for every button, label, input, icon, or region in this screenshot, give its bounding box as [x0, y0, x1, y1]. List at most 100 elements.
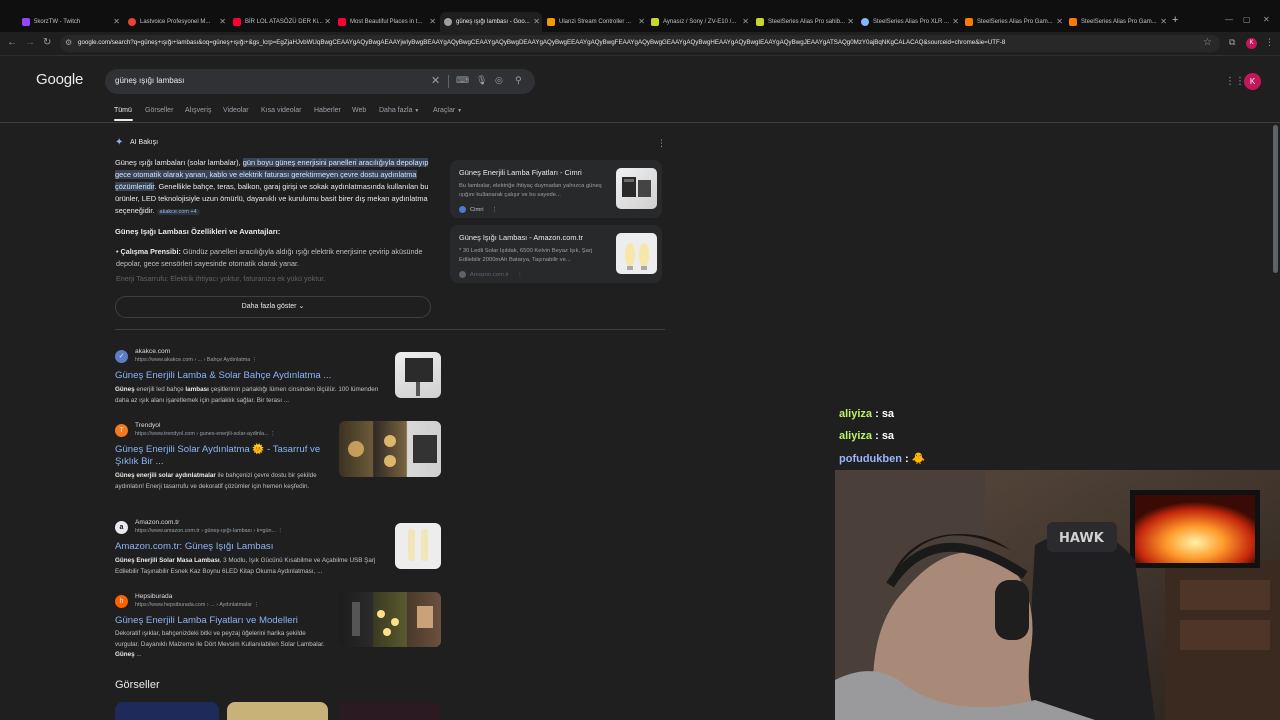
more-options-icon[interactable]: ⋮ [492, 207, 498, 213]
show-more-button[interactable]: Daha fazla göster ⌄ [115, 296, 431, 318]
tab-more[interactable]: Daha fazla ▼ [379, 107, 419, 114]
result-snippet: Güneş Enerjili Solar Masa Lambası, 3 Mod… [115, 557, 376, 575]
header-divider [0, 122, 1280, 123]
close-window-icon[interactable]: ✕ [1263, 15, 1270, 24]
close-tab-icon[interactable]: ✕ [429, 17, 436, 26]
ai-source-card[interactable]: Güneş Enerjili Lamba Fiyatları - Cimri B… [450, 160, 662, 218]
browser-tab[interactable]: SteelSeries Alias Pro Gam... ✕ [1069, 14, 1169, 30]
amazon-favicon-icon: a [115, 521, 128, 534]
search-icon[interactable]: ⚲ [515, 75, 522, 86]
result-title-link[interactable]: Güneş Enerjili Lamba & Solar Bahçe Aydın… [115, 370, 351, 382]
result-url[interactable]: https://www.amazon.com.tr › güneş-ışığı-… [135, 528, 283, 534]
more-options-icon[interactable]: ⋮ [517, 272, 523, 278]
ai-overview-title: AI Bakışı [130, 139, 159, 146]
close-tab-icon[interactable]: ✕ [533, 17, 540, 26]
result-thumbnail[interactable] [339, 592, 441, 647]
search-divider [448, 75, 449, 88]
reload-icon[interactable]: ↻ [43, 37, 51, 48]
result-site-name[interactable]: Trendyol [135, 422, 160, 429]
result-thumbnail[interactable] [395, 352, 441, 398]
browser-tab[interactable]: Lastvoice Profesyonel M... ✕ [128, 14, 228, 30]
search-box[interactable]: güneş ışığı lambası ✕ ⌨ 🎙 ◎ ⚲ [105, 69, 535, 94]
close-tab-icon[interactable]: ✕ [324, 17, 331, 26]
google-logo[interactable]: Google [36, 71, 83, 88]
tab-images[interactable]: Görseller [145, 107, 173, 114]
close-tab-icon[interactable]: ✕ [638, 17, 645, 26]
lens-camera-icon[interactable]: ◎ [495, 75, 503, 86]
tab-news[interactable]: Haberler [314, 107, 341, 114]
source-site: Cimri ⋮ [459, 206, 497, 213]
keyboard-icon[interactable]: ⌨ [456, 75, 469, 86]
browser-tab[interactable]: SteelSeries Alias Pro XLR ... ✕ [861, 14, 961, 30]
browser-tab[interactable]: SteelSeries Alias Pro Gam... ✕ [965, 14, 1065, 30]
url-text[interactable]: google.com/search?q=güneş+ışığı+lambası&… [78, 39, 1198, 46]
forward-icon[interactable]: → [25, 37, 35, 48]
result-url[interactable]: https://www.trendyol.com › gunes-enerjil… [135, 431, 276, 437]
address-bar[interactable]: ⚙ google.com/search?q=güneş+ışığı+lambas… [60, 35, 1220, 52]
browser-tab[interactable]: Most Beautiful Places in t... ✕ [338, 14, 438, 30]
browser-toolbar: ← → ↻ ⚙ google.com/search?q=güneş+ışığı+… [0, 32, 1280, 56]
more-options-icon[interactable]: ⋮ [657, 138, 666, 149]
account-avatar[interactable]: K [1244, 73, 1261, 90]
result-thumbnail[interactable] [339, 421, 441, 477]
page-scrollbar[interactable] [1273, 125, 1278, 273]
maximize-icon[interactable]: ▢ [1243, 15, 1251, 24]
browser-tab[interactable]: 5korzTW - Twitch ✕ [22, 14, 122, 30]
site-favicon-icon [861, 18, 869, 26]
bookmark-star-icon[interactable]: ☆ [1203, 37, 1212, 48]
close-tab-icon[interactable]: ✕ [847, 17, 854, 26]
image-result[interactable] [115, 702, 219, 720]
chat-text: sa [881, 430, 895, 442]
ai-source-card[interactable]: Güneş Işığı Lambası - Amazon.com.tr * 30… [450, 225, 662, 283]
features-heading: Güneş Işığı Lambası Özellikleri ve Avant… [115, 227, 281, 236]
image-result[interactable] [227, 702, 328, 720]
tab-tools[interactable]: Araçlar ▼ [433, 107, 462, 114]
clear-search-icon[interactable]: ✕ [431, 74, 440, 87]
close-tab-icon[interactable]: ✕ [742, 17, 749, 26]
bulb-thumbnail[interactable] [616, 233, 657, 274]
result-title-link[interactable]: Güneş Enerjili Solar Aydınlatma 🌞 - Tasa… [115, 444, 325, 468]
tab-shopping[interactable]: Alışveriş [185, 107, 211, 114]
more-options-icon[interactable]: ⋮ [254, 602, 259, 608]
browser-tab[interactable]: BİR LOL ATASÖZÜ DER Ki... ✕ [233, 14, 333, 30]
browser-tab[interactable]: Aynasız / Sony / ZV-E10 /... ✕ [651, 14, 751, 30]
extensions-icon[interactable]: ⧉ [1229, 37, 1235, 48]
close-tab-icon[interactable]: ✕ [113, 17, 120, 26]
close-tab-icon[interactable]: ✕ [219, 17, 226, 26]
browser-tab-active[interactable]: güneş ışığı lambası - Goo... ✕ [440, 12, 542, 32]
minimize-icon[interactable]: — [1225, 15, 1233, 24]
microphone-icon[interactable]: 🎙 [476, 75, 487, 86]
result-site-name[interactable]: akakce.com [135, 348, 170, 355]
result-site-name[interactable]: Amazon.com.tr [135, 519, 179, 526]
solar-panel-thumbnail[interactable] [616, 168, 657, 209]
result-title-link[interactable]: Güneş Enerjili Lamba Fiyatları ve Modell… [115, 615, 351, 627]
result-site-name[interactable]: Hepsiburada [135, 593, 172, 600]
more-options-icon[interactable]: ⋮ [252, 357, 257, 363]
back-icon[interactable]: ← [7, 37, 17, 48]
new-tab-icon[interactable]: + [1172, 14, 1178, 26]
close-tab-icon[interactable]: ✕ [1160, 17, 1167, 26]
more-options-icon[interactable]: ⋮ [270, 431, 275, 437]
source-chip[interactable]: akakce.com +4 [156, 209, 200, 215]
result-url[interactable]: https://www.akakce.com › ... › Bahçe Ayd… [135, 357, 257, 363]
close-tab-icon[interactable]: ✕ [952, 17, 959, 26]
youtube-favicon-icon [338, 18, 346, 26]
browser-profile-avatar[interactable]: K [1246, 38, 1257, 49]
browser-tab[interactable]: SteelSeries Alias Pro sahib... ✕ [756, 14, 856, 30]
result-title-link[interactable]: Amazon.com.tr: Güneş Işığı Lambası [115, 541, 351, 553]
result-thumbnail[interactable] [395, 523, 441, 569]
browser-tab[interactable]: Ulanzi Stream Controller ... ✕ [547, 14, 647, 30]
search-input[interactable]: güneş ışığı lambası [115, 76, 184, 85]
tab-videos[interactable]: Videolar [223, 107, 249, 114]
close-tab-icon[interactable]: ✕ [1056, 17, 1063, 26]
browser-tab-strip: 5korzTW - Twitch ✕ Lastvoice Profesyonel … [0, 0, 1280, 32]
tab-web[interactable]: Web [352, 107, 366, 114]
site-info-icon[interactable]: ⚙ [65, 38, 72, 47]
result-url[interactable]: https://www.hepsiburada.com › ... › Aydı… [135, 602, 259, 608]
browser-menu-icon[interactable]: ⋮ [1265, 37, 1274, 48]
chat-message: pofudukben : 🐥 [839, 453, 926, 465]
tab-all[interactable]: Tümü [114, 107, 132, 114]
image-result[interactable] [339, 702, 440, 720]
tab-short-videos[interactable]: Kısa videolar [261, 107, 301, 114]
more-options-icon[interactable]: ⋮ [277, 528, 282, 534]
